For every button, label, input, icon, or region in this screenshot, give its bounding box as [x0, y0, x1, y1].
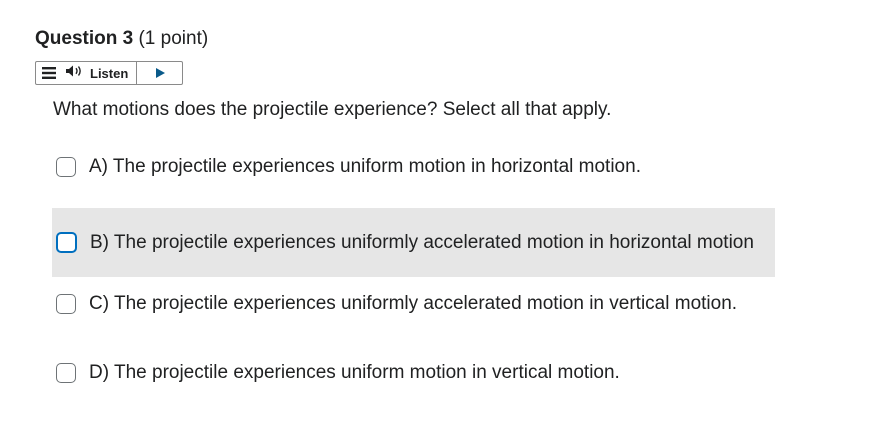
question-header: Question 3 (1 point) — [35, 27, 208, 51]
checkbox-c[interactable] — [56, 294, 76, 314]
option-a-label: A) The projectile experiences uniform mo… — [89, 156, 641, 177]
menu-icon[interactable] — [36, 62, 62, 84]
option-c[interactable]: C) The projectile experiences uniformly … — [52, 289, 775, 319]
option-a[interactable]: A) The projectile experiences uniform mo… — [52, 152, 775, 182]
checkbox-b[interactable] — [56, 232, 77, 253]
listen-label: Listen — [90, 65, 129, 81]
question-points: (1 point) — [138, 28, 209, 49]
option-b-label: B) The projectile experiences uniformly … — [90, 231, 754, 253]
option-b[interactable]: B) The projectile experiences uniformly … — [52, 208, 775, 277]
question-prompt: What motions does the projectile experie… — [53, 99, 612, 120]
speaker-icon — [65, 64, 85, 83]
question-title: Question 3 — [35, 28, 134, 49]
checkbox-d[interactable] — [56, 363, 76, 383]
option-d[interactable]: D) The projectile experiences uniform mo… — [52, 358, 775, 388]
option-c-label: C) The projectile experiences uniformly … — [89, 293, 738, 314]
readspeaker-toolbar: Listen — [35, 61, 183, 85]
option-d-label: D) The projectile experiences uniform mo… — [89, 362, 620, 383]
listen-button[interactable]: Listen — [62, 62, 138, 84]
checkbox-a[interactable] — [56, 157, 76, 177]
play-icon[interactable] — [137, 62, 182, 84]
